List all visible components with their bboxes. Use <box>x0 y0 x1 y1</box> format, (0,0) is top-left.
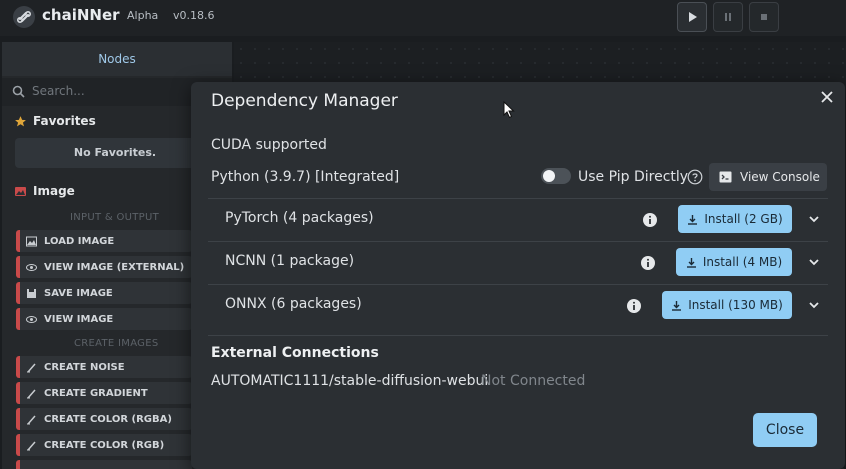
node-view-image-external[interactable]: VIEW IMAGE (EXTERNAL) <box>16 256 192 278</box>
chainner-logo-icon <box>13 6 35 28</box>
pause-button[interactable] <box>713 2 743 32</box>
node-create-gradient[interactable]: CREATE GRADIENT <box>16 382 192 404</box>
info-icon[interactable] <box>640 255 656 271</box>
chevron-down-icon[interactable] <box>806 254 822 270</box>
close-icon <box>821 91 833 103</box>
dependency-name: NCNN (1 package) <box>225 253 355 269</box>
dependency-row-onnx: ONNX (6 packages) Install (130 MB) <box>208 284 828 326</box>
chevron-down-icon[interactable] <box>806 297 822 313</box>
sidebar-title: Nodes <box>2 42 232 76</box>
app-version: v0.18.6 <box>173 9 215 22</box>
node-load-image[interactable]: LOAD IMAGE <box>16 230 192 252</box>
pause-icon <box>725 13 731 21</box>
download-icon <box>688 214 698 225</box>
modal-title: Dependency Manager <box>211 91 398 111</box>
install-button-onnx[interactable]: Install (130 MB) <box>662 291 792 319</box>
node-save-image[interactable]: SAVE IMAGE <box>16 282 192 304</box>
image-icon <box>26 236 37 246</box>
divider <box>208 335 828 336</box>
external-connection-name: AUTOMATIC1111/stable-diffusion-webui <box>211 373 489 389</box>
node-create-color-rgba[interactable]: CREATE COLOR (RGBA) <box>16 408 192 430</box>
group-label-create-images: CREATE IMAGES <box>74 338 159 349</box>
external-connections-title: External Connections <box>211 345 379 361</box>
node-create-noise[interactable]: CREATE NOISE <box>16 356 192 378</box>
stop-button[interactable] <box>749 2 779 32</box>
dependency-row-pytorch: PyTorch (4 packages) Install (2 GB) <box>208 198 828 240</box>
run-button[interactable] <box>677 2 707 32</box>
top-bar: chaiNNer Alpha v0.18.6 <box>0 0 846 36</box>
favorites-label: Favorites <box>33 114 96 128</box>
download-icon <box>672 300 682 311</box>
python-info: Python (3.9.7) [Integrated] <box>211 169 400 185</box>
eye-icon <box>26 263 37 271</box>
node-partial[interactable] <box>16 460 192 469</box>
node-create-color-rgb[interactable]: CREATE COLOR (RGB) <box>16 434 192 456</box>
terminal-icon <box>719 171 732 183</box>
brush-icon <box>27 389 36 398</box>
info-icon[interactable] <box>642 212 658 228</box>
download-icon <box>686 257 696 268</box>
star-icon <box>15 115 26 126</box>
cuda-status: CUDA supported <box>211 137 327 153</box>
image-category-header[interactable]: Image <box>14 184 75 198</box>
image-category-label: Image <box>33 184 75 198</box>
brush-icon <box>27 415 36 424</box>
favorites-empty: No Favorites. <box>15 138 215 168</box>
play-icon <box>689 12 697 22</box>
close-button[interactable]: Close <box>753 413 817 447</box>
image-icon <box>15 186 26 196</box>
group-label-input-output: INPUT & OUTPUT <box>70 212 159 223</box>
save-icon <box>27 288 36 298</box>
view-console-label: View Console <box>740 170 820 184</box>
favorites-header[interactable]: Favorites <box>14 114 96 128</box>
external-connection-status: Not Connected <box>481 373 586 389</box>
modal-close-x-button[interactable] <box>816 86 838 108</box>
chevron-down-icon[interactable] <box>806 211 822 227</box>
dependency-row-ncnn: NCNN (1 package) Install (4 MB) <box>208 241 828 283</box>
stop-icon <box>761 14 767 20</box>
use-pip-toggle[interactable] <box>541 168 571 184</box>
install-button-pytorch[interactable]: Install (2 GB) <box>678 205 792 233</box>
info-icon[interactable] <box>626 298 642 314</box>
brush-icon <box>27 363 36 372</box>
app-tag: Alpha <box>127 9 159 22</box>
view-console-button[interactable]: View Console <box>709 163 827 191</box>
search-placeholder: Search... <box>32 84 85 98</box>
dependency-name: PyTorch (4 packages) <box>225 210 374 226</box>
install-button-ncnn[interactable]: Install (4 MB) <box>676 248 792 276</box>
search-icon <box>12 85 25 98</box>
node-view-image[interactable]: VIEW IMAGE <box>16 308 192 330</box>
dependency-manager-modal: Dependency Manager CUDA supported Python… <box>191 82 845 469</box>
brush-icon <box>27 441 36 450</box>
app-name: chaiNNer <box>42 6 120 24</box>
use-pip-label: Use Pip Directly <box>578 169 689 185</box>
mouse-cursor-icon <box>503 101 515 119</box>
eye-icon <box>26 315 37 323</box>
help-icon[interactable] <box>687 169 703 185</box>
dependency-name: ONNX (6 packages) <box>225 296 362 312</box>
